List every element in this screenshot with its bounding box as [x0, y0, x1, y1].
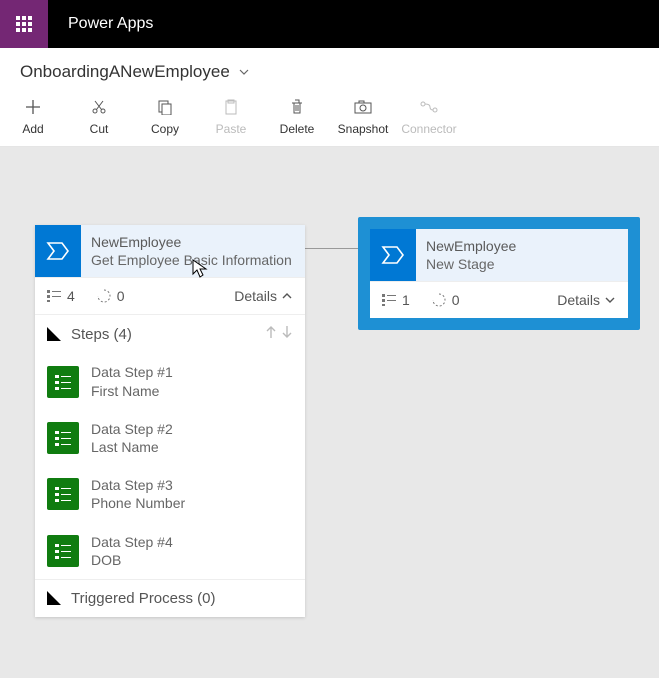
reorder-arrows[interactable] [265, 325, 293, 343]
step-name-label: Data Step #1 [91, 363, 173, 381]
details-toggle[interactable]: Details [234, 288, 293, 304]
paste-label: Paste [216, 122, 247, 136]
cut-label: Cut [90, 122, 109, 136]
step-field-label: Last Name [91, 438, 173, 456]
stage-entity-label: NewEmployee [91, 233, 292, 251]
add-label: Add [22, 122, 43, 136]
step-row[interactable]: Data Step #3 Phone Number [35, 466, 305, 522]
flow-name-label: OnboardingANewEmployee [20, 62, 230, 82]
stage-title-label: Get Employee Basic Information [91, 251, 292, 269]
copy-label: Copy [151, 122, 179, 136]
stage-title-label: New Stage [426, 255, 516, 273]
step-row[interactable]: Data Step #1 First Name [35, 353, 305, 409]
stage-chevron-icon [370, 229, 416, 281]
arrow-up-icon [265, 325, 277, 339]
step-count-value: 4 [67, 288, 75, 304]
toolbar: Add Cut Copy Paste Delete Snapshot Conne… [0, 92, 659, 147]
steps-section-header[interactable]: Steps (4) [35, 314, 305, 353]
stage-header[interactable]: NewEmployee New Stage [370, 229, 628, 281]
step-field-label: Phone Number [91, 494, 185, 512]
stage-stats-row: 4 0 Details [35, 277, 305, 314]
stage-chevron-icon [35, 225, 81, 277]
step-field-label: First Name [91, 382, 173, 400]
process-count-value: 0 [452, 292, 460, 308]
connector-button[interactable]: Connector [396, 98, 462, 136]
step-name-label: Data Step #4 [91, 533, 173, 551]
process-count-stat: 0 [432, 292, 460, 308]
cycle-icon [97, 289, 111, 303]
chevron-down-icon [604, 294, 616, 306]
details-toggle[interactable]: Details [557, 292, 616, 308]
connector-label: Connector [401, 122, 456, 136]
step-row[interactable]: Data Step #2 Last Name [35, 410, 305, 466]
canvas[interactable]: NewEmployee Get Employee Basic Informati… [0, 147, 659, 678]
process-count-stat: 0 [97, 288, 125, 304]
copy-button[interactable]: Copy [132, 98, 198, 136]
connector-line [305, 248, 365, 249]
chevron-up-icon [281, 290, 293, 302]
data-step-icon [47, 366, 79, 398]
step-row[interactable]: Data Step #4 DOB [35, 523, 305, 579]
triggered-section-header[interactable]: Triggered Process (0) [35, 579, 305, 617]
snapshot-label: Snapshot [338, 122, 389, 136]
step-count-value: 1 [402, 292, 410, 308]
details-label: Details [557, 292, 600, 308]
data-step-icon [47, 535, 79, 567]
delete-button[interactable]: Delete [264, 98, 330, 136]
snapshot-button[interactable]: Snapshot [330, 98, 396, 136]
camera-icon [354, 98, 372, 116]
subheader: OnboardingANewEmployee [0, 48, 659, 92]
process-count-value: 0 [117, 288, 125, 304]
chevron-down-icon [238, 66, 250, 78]
add-button[interactable]: Add [0, 98, 66, 136]
triggered-header-label: Triggered Process (0) [71, 590, 293, 607]
paste-button[interactable]: Paste [198, 98, 264, 136]
stage-header[interactable]: NewEmployee Get Employee Basic Informati… [35, 225, 305, 277]
details-label: Details [234, 288, 277, 304]
connector-icon [420, 98, 438, 116]
steps-header-label: Steps (4) [71, 326, 255, 343]
step-name-label: Data Step #2 [91, 420, 173, 438]
top-bar: Power Apps [0, 0, 659, 48]
flow-name-dropdown[interactable]: OnboardingANewEmployee [20, 62, 250, 82]
stage-stats-row: 1 0 Details [370, 281, 628, 318]
waffle-icon [16, 16, 32, 32]
stage-entity-label: NewEmployee [426, 237, 516, 255]
step-count-stat: 1 [382, 292, 410, 308]
cycle-icon [432, 293, 446, 307]
paste-icon [223, 98, 239, 116]
app-title: Power Apps [48, 0, 173, 48]
stage-card-2-selected[interactable]: NewEmployee New Stage 1 0 Details [358, 217, 640, 330]
cut-button[interactable]: Cut [66, 98, 132, 136]
triangle-icon [47, 327, 61, 341]
copy-icon [157, 98, 173, 116]
data-step-icon [47, 422, 79, 454]
delete-label: Delete [280, 122, 315, 136]
step-name-label: Data Step #3 [91, 476, 185, 494]
data-step-icon [47, 478, 79, 510]
plus-icon [25, 98, 41, 116]
triangle-icon [47, 591, 61, 605]
step-field-label: DOB [91, 551, 173, 569]
arrow-down-icon [281, 325, 293, 339]
scissors-icon [91, 98, 107, 116]
trash-icon [289, 98, 305, 116]
list-icon [47, 290, 61, 302]
app-launcher-button[interactable] [0, 0, 48, 48]
list-icon [382, 294, 396, 306]
stage-card-1[interactable]: NewEmployee Get Employee Basic Informati… [35, 225, 305, 617]
step-count-stat: 4 [47, 288, 75, 304]
